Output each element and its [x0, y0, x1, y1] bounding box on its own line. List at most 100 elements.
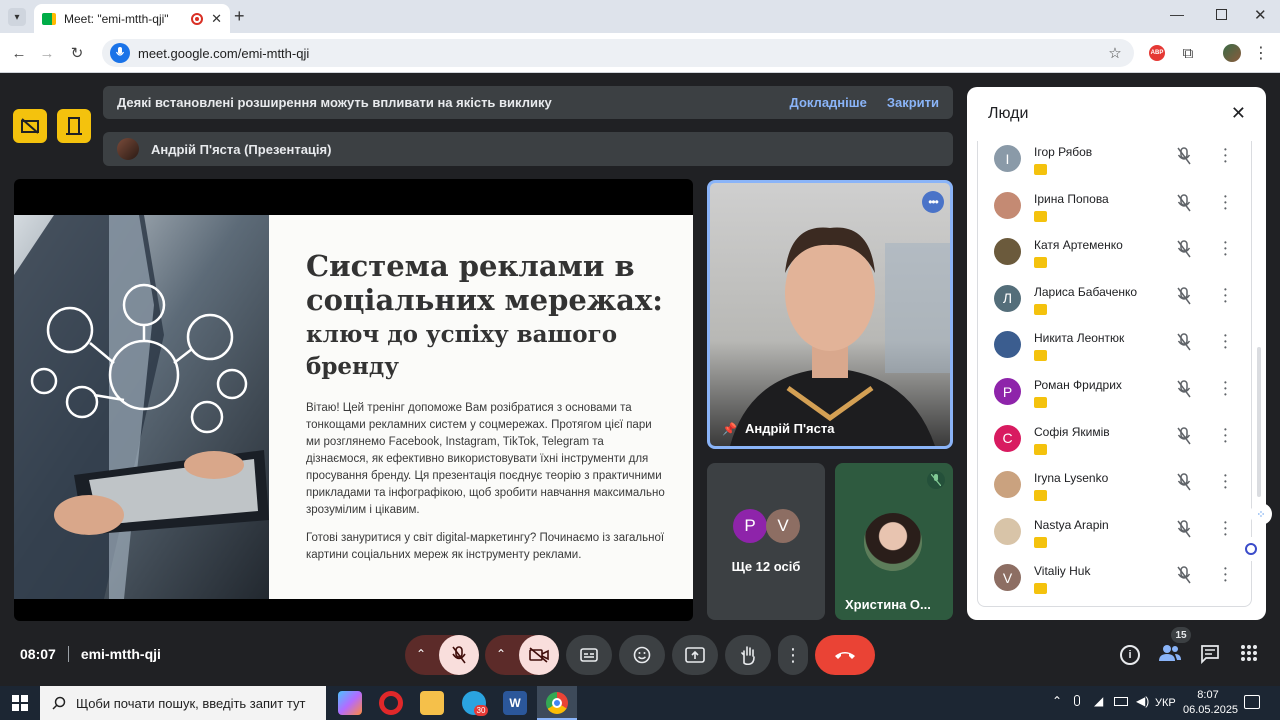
tray-language[interactable]: УКР	[1155, 697, 1176, 709]
bookmark-star-icon[interactable]: ☆	[1104, 42, 1126, 64]
more-options-button[interactable]: ⋮	[778, 635, 808, 675]
participant-more-options-icon[interactable]: • • •	[1224, 425, 1227, 445]
camera-control-group: ⌃	[485, 635, 559, 675]
tray-chevron-icon[interactable]: ⌃	[1052, 694, 1062, 708]
participant-muted-mic-icon[interactable]	[1177, 240, 1191, 263]
participant-muted-mic-icon[interactable]	[1177, 473, 1191, 496]
people-button[interactable]	[1159, 644, 1181, 667]
participant-avatar: Л	[994, 284, 1021, 312]
presenter-bar[interactable]: Андрій П'яста (Презентація)	[103, 132, 953, 166]
leave-call-button[interactable]	[815, 635, 875, 675]
participant-row[interactable]: І Ігор Рябов • • •	[978, 143, 1238, 189]
participant-row[interactable]: Л Лариса Бабаченко • • •	[978, 283, 1238, 329]
more-people-tile[interactable]: P V Ще 12 осіб	[707, 463, 825, 620]
adblock-extension-icon[interactable]: ABP	[1149, 45, 1165, 61]
participant-muted-mic-icon[interactable]	[1177, 193, 1191, 217]
extension-door-icon[interactable]	[57, 109, 91, 143]
emoji-button[interactable]	[619, 635, 665, 675]
profile-avatar[interactable]	[1223, 44, 1241, 62]
participant-row[interactable]: Никита Леонтюк • • •	[978, 329, 1238, 375]
presentation-tile[interactable]: Система реклами в соціальних мережах: кл…	[14, 179, 693, 621]
mic-off-button[interactable]	[439, 635, 479, 675]
chrome-taskbar-button[interactable]	[537, 686, 577, 720]
camera-off-button[interactable]	[519, 635, 559, 675]
participant-more-options-icon[interactable]: • • •	[1224, 285, 1227, 305]
back-icon[interactable]: ←	[8, 42, 30, 64]
banner-learn-more-link[interactable]: Докладніше	[790, 95, 867, 110]
minimize-icon[interactable]: —	[1170, 6, 1184, 22]
raise-hand-button[interactable]	[725, 635, 771, 675]
people-panel-title: Люди	[988, 105, 1029, 122]
participant-muted-mic-icon[interactable]	[1177, 380, 1191, 403]
browser-menu-icon[interactable]: ⋮	[1250, 42, 1272, 64]
tab-search-icon[interactable]: ▾	[8, 8, 26, 26]
participant-row[interactable]: V Vitaliy Huk • • •	[978, 562, 1238, 606]
participant-name: Nastya Arapin	[1034, 517, 1109, 532]
banner-close-link[interactable]: Закрити	[887, 95, 939, 110]
reload-icon[interactable]: ↻	[66, 42, 88, 64]
word-icon[interactable]: W	[503, 691, 527, 715]
new-tab-icon[interactable]: +	[234, 6, 245, 27]
video-options-chevron-icon[interactable]: ⌃	[496, 647, 506, 661]
speaker-tile[interactable]: ••• 📌 Андрій П'яста	[707, 180, 953, 449]
microphone-site-icon[interactable]	[110, 43, 130, 63]
window-close-icon[interactable]: ✕	[1254, 6, 1267, 24]
present-screen-button[interactable]	[672, 635, 718, 675]
tray-mic-icon[interactable]	[1074, 695, 1080, 706]
chat-icon[interactable]	[1200, 644, 1220, 669]
slide-paragraph-2: Готові зануритися у світ digital-маркети…	[306, 532, 665, 561]
participant-more-options-icon[interactable]: • • •	[1224, 379, 1227, 399]
people-panel: Люди ✕ І Ігор Рябов • • • Ірина Попова • • • Катя…	[967, 87, 1266, 620]
extensions-puzzle-icon[interactable]: ⧉	[1177, 42, 1199, 64]
participant-row[interactable]: Ірина Попова • • •	[978, 190, 1238, 236]
participant-more-options-icon[interactable]: • • •	[1224, 565, 1227, 585]
meeting-info-icon[interactable]: i	[1120, 645, 1140, 665]
participant-row[interactable]: Nastya Arapin • • •	[978, 516, 1238, 562]
participant-row[interactable]: Iryna Lysenko • • •	[978, 469, 1238, 515]
file-explorer-icon[interactable]	[420, 691, 444, 715]
participant-row[interactable]: Катя Артеменко • • •	[978, 236, 1238, 282]
participant-tile-khrystyna[interactable]: Христина О...	[835, 463, 953, 620]
participant-extension-badge-icon	[1034, 536, 1047, 548]
audio-options-chevron-icon[interactable]: ⌃	[416, 647, 426, 661]
participant-muted-mic-icon[interactable]	[1177, 147, 1191, 170]
taskbar-search[interactable]: Щоби почати пошук, введіть запит тут	[40, 686, 326, 720]
notifications-icon[interactable]	[1244, 695, 1260, 709]
browser-tab[interactable]: Meet: "emi-mtth-qji" ✕	[34, 4, 230, 33]
tab-title: Meet: "emi-mtth-qji"	[64, 11, 169, 26]
windows-start-icon[interactable]	[12, 695, 28, 716]
tab-close-icon[interactable]: ✕	[211, 11, 222, 27]
people-panel-close-icon[interactable]: ✕	[1231, 103, 1246, 124]
captions-button[interactable]	[566, 635, 612, 675]
participant-list-scrollbar[interactable]	[1257, 347, 1261, 497]
opera-icon[interactable]	[379, 691, 403, 715]
maximize-icon[interactable]	[1216, 9, 1227, 20]
participant-muted-mic-icon[interactable]	[1177, 566, 1191, 589]
forward-icon[interactable]: →	[36, 42, 58, 64]
participant-more-options-icon[interactable]: • • •	[1224, 239, 1227, 259]
participant-more-options-icon[interactable]: • • •	[1224, 472, 1227, 492]
tray-battery-icon[interactable]	[1114, 697, 1128, 706]
participant-row[interactable]: Р Роман Фридрих • • •	[978, 376, 1238, 422]
participant-muted-mic-icon[interactable]	[1177, 520, 1191, 543]
participant-more-options-icon[interactable]: • • •	[1224, 332, 1227, 352]
side-assistant-icon[interactable]	[1238, 537, 1264, 561]
participant-more-options-icon[interactable]: • • •	[1224, 146, 1227, 166]
address-bar[interactable]: meet.google.com/emi-mtth-qji	[102, 39, 1134, 67]
side-apps-icon[interactable]: ⁘	[1250, 503, 1272, 525]
extension-camera-off-icon[interactable]	[13, 109, 47, 143]
tray-volume-icon[interactable]: ◀)	[1136, 694, 1149, 708]
tray-network-icon[interactable]: ◢	[1094, 694, 1103, 708]
participant-list: І Ігор Рябов • • • Ірина Попова • • • Катя Артеме…	[977, 141, 1252, 607]
activities-grid-icon[interactable]	[1241, 645, 1257, 666]
copilot-icon[interactable]	[338, 691, 362, 715]
participant-muted-mic-icon[interactable]	[1177, 287, 1191, 310]
browser-tab-bar: ▾ Meet: "emi-mtth-qji" ✕ + — ✕	[0, 0, 1280, 33]
participant-muted-mic-icon[interactable]	[1177, 333, 1191, 356]
participant-more-options-icon[interactable]: • • •	[1224, 192, 1227, 212]
participant-muted-mic-icon[interactable]	[1177, 426, 1191, 450]
tray-clock[interactable]: 8:07 06.05.2025	[1183, 688, 1238, 718]
tile-more-options-icon[interactable]: •••	[922, 191, 944, 213]
participant-row[interactable]: С Софія Якимів • • •	[978, 423, 1238, 469]
participant-more-options-icon[interactable]: • • •	[1224, 518, 1227, 538]
